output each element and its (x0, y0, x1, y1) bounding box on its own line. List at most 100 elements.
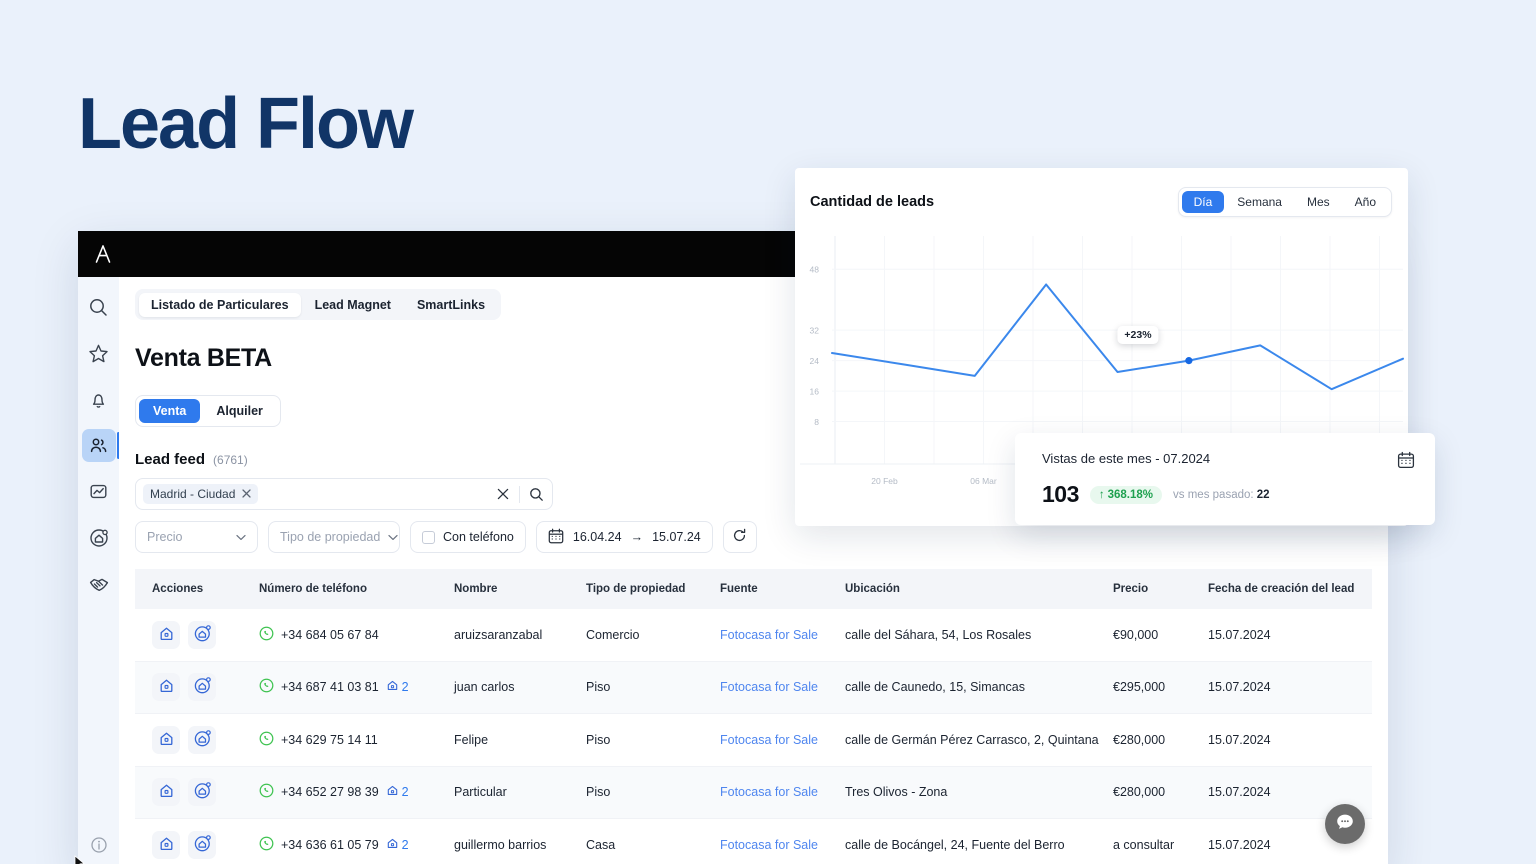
action-property-button[interactable] (152, 830, 180, 859)
filter-property-type-select[interactable]: Tipo de propiedad (268, 521, 400, 553)
svg-text:32: 32 (810, 326, 820, 336)
arrow-right-icon: → (630, 530, 644, 544)
row-actions (135, 620, 259, 649)
source-link[interactable]: Fotocasa for Sale (720, 733, 818, 747)
cell-source: Fotocasa for Sale (720, 785, 845, 799)
row-actions (135, 673, 259, 702)
table-row[interactable]: +34 629 75 14 11 Felipe Piso Fotocasa for S… (135, 714, 1372, 767)
svg-text:06 Mar: 06 Mar (970, 476, 997, 486)
stat-comparison-label: vs mes pasado: (1173, 488, 1254, 501)
whatsapp-icon[interactable] (259, 626, 274, 644)
chevron-down-icon (236, 530, 246, 544)
tab-lead-magnet[interactable]: Lead Magnet (303, 293, 403, 317)
info-icon (90, 836, 108, 854)
range-dia[interactable]: Día (1181, 191, 1225, 213)
cell-location: calle de Germán Pérez Carrasco, 2, Quint… (845, 732, 1099, 747)
cell-phone: +34 684 05 67 84 (259, 626, 454, 644)
home-circle-icon (193, 729, 212, 751)
range-mes[interactable]: Mes (1295, 191, 1342, 213)
cell-property-type: Piso (586, 785, 611, 800)
source-link[interactable]: Fotocasa for Sale (720, 628, 818, 642)
chat-widget-button[interactable] (1325, 804, 1365, 844)
date-range-picker[interactable]: 16.04.24 → 15.07.24 (535, 521, 713, 553)
listings-count-badge: 2 (386, 784, 409, 800)
filter-with-phone-checkbox[interactable]: Con teléfono (410, 521, 526, 553)
action-property-detail-button[interactable] (188, 830, 216, 859)
lead-feed-title: Lead feed (135, 451, 206, 468)
home-icon (158, 782, 175, 802)
cell-property-type: Piso (586, 680, 611, 695)
sidebar-item-notifications[interactable] (82, 383, 116, 416)
filter-property-type-label: Tipo de propiedad (280, 530, 381, 544)
svg-text:20 Feb: 20 Feb (871, 476, 898, 486)
filter-price-select[interactable]: Precio (135, 521, 258, 553)
home-small-icon (386, 679, 399, 695)
source-link[interactable]: Fotocasa for Sale (720, 785, 818, 799)
action-property-button[interactable] (152, 620, 180, 649)
whatsapp-icon[interactable] (259, 731, 274, 749)
home-icon (158, 730, 175, 750)
table-row[interactable]: +34 652 27 98 39 2 Particular Piso Fotocasa … (135, 766, 1372, 819)
close-icon[interactable] (242, 487, 251, 501)
refresh-button[interactable] (722, 521, 757, 553)
cell-location: calle de Bocángel, 24, Fuente del Berro (845, 837, 1065, 852)
stat-card-header: Vistas de este mes - 07.2024 (1042, 451, 1415, 474)
chart-point-tooltip: +23% (1117, 326, 1159, 344)
chart-header: Cantidad de leads Día Semana Mes Año (795, 168, 1408, 236)
cell-source: Fotocasa for Sale (720, 838, 845, 852)
chart-icon (88, 481, 109, 502)
sidebar-item-leads[interactable] (81, 429, 120, 462)
home-circle-icon (193, 624, 212, 646)
row-actions (135, 725, 259, 754)
range-semana[interactable]: Semana (1225, 191, 1294, 213)
toggle-alquiler[interactable]: Alquiler (202, 399, 277, 423)
action-property-detail-button[interactable] (188, 778, 216, 807)
table-row[interactable]: +34 687 41 03 81 2 juan carlos Piso Fotocasa… (135, 661, 1372, 714)
sidebar-item-info[interactable] (82, 828, 116, 861)
action-property-button[interactable] (152, 673, 180, 702)
calendar-icon[interactable] (1397, 451, 1415, 474)
action-property-button[interactable] (152, 778, 180, 807)
checkbox-box[interactable] (422, 530, 435, 544)
source-link[interactable]: Fotocasa for Sale (720, 838, 818, 852)
cell-location: Tres Olivos - Zona (845, 785, 948, 800)
toggle-venta[interactable]: Venta (139, 399, 201, 423)
action-property-detail-button[interactable] (188, 673, 216, 702)
whatsapp-icon[interactable] (259, 678, 274, 696)
filter-chip-location[interactable]: Madrid - Ciudad (143, 484, 259, 504)
sidebar-item-deals[interactable] (82, 567, 116, 600)
page-hero-title: Lead Flow (78, 84, 414, 164)
cell-phone: +34 687 41 03 81 2 (259, 678, 454, 696)
whatsapp-icon[interactable] (259, 783, 274, 801)
tab-smartlinks[interactable]: SmartLinks (405, 293, 497, 317)
home-circle-icon (193, 676, 212, 698)
cell-price: €90,000 (1113, 627, 1159, 642)
clear-search-icon[interactable] (493, 488, 513, 500)
tab-listado-de-particulares[interactable]: Listado de Particulares (139, 292, 301, 317)
whatsapp-icon[interactable] (259, 836, 274, 854)
home-icon (158, 835, 175, 855)
cell-date: 15.07.2024 (1208, 627, 1271, 642)
sidebar-item-properties[interactable] (82, 521, 116, 554)
home-icon (158, 625, 175, 645)
action-property-detail-button[interactable] (188, 620, 216, 649)
sidebar-item-search[interactable] (82, 291, 116, 324)
home-icon (158, 677, 175, 697)
home-badge-icon (88, 527, 110, 549)
action-property-button[interactable] (152, 725, 180, 754)
range-ano[interactable]: Año (1343, 191, 1388, 213)
cell-name: guillermo barrios (454, 837, 547, 852)
sidebar-item-analytics[interactable] (82, 475, 116, 508)
cell-name: Particular (454, 785, 507, 800)
table-row[interactable]: +34 684 05 67 84 aruizsaranzabal Comercio F… (135, 609, 1372, 662)
cell-price: €280,000 (1113, 785, 1166, 800)
table-row[interactable]: +34 636 61 05 79 2 guillermo barrios Casa Fo… (135, 819, 1372, 864)
sidebar-item-favorites[interactable] (82, 337, 116, 370)
action-property-detail-button[interactable] (188, 725, 216, 754)
source-link[interactable]: Fotocasa for Sale (720, 680, 818, 694)
cell-source: Fotocasa for Sale (720, 680, 845, 694)
cell-phone: +34 636 61 05 79 2 (259, 836, 454, 854)
search-bar[interactable]: Madrid - Ciudad (135, 478, 553, 510)
search-submit-icon[interactable] (526, 487, 546, 502)
sidebar-rail (78, 277, 120, 864)
